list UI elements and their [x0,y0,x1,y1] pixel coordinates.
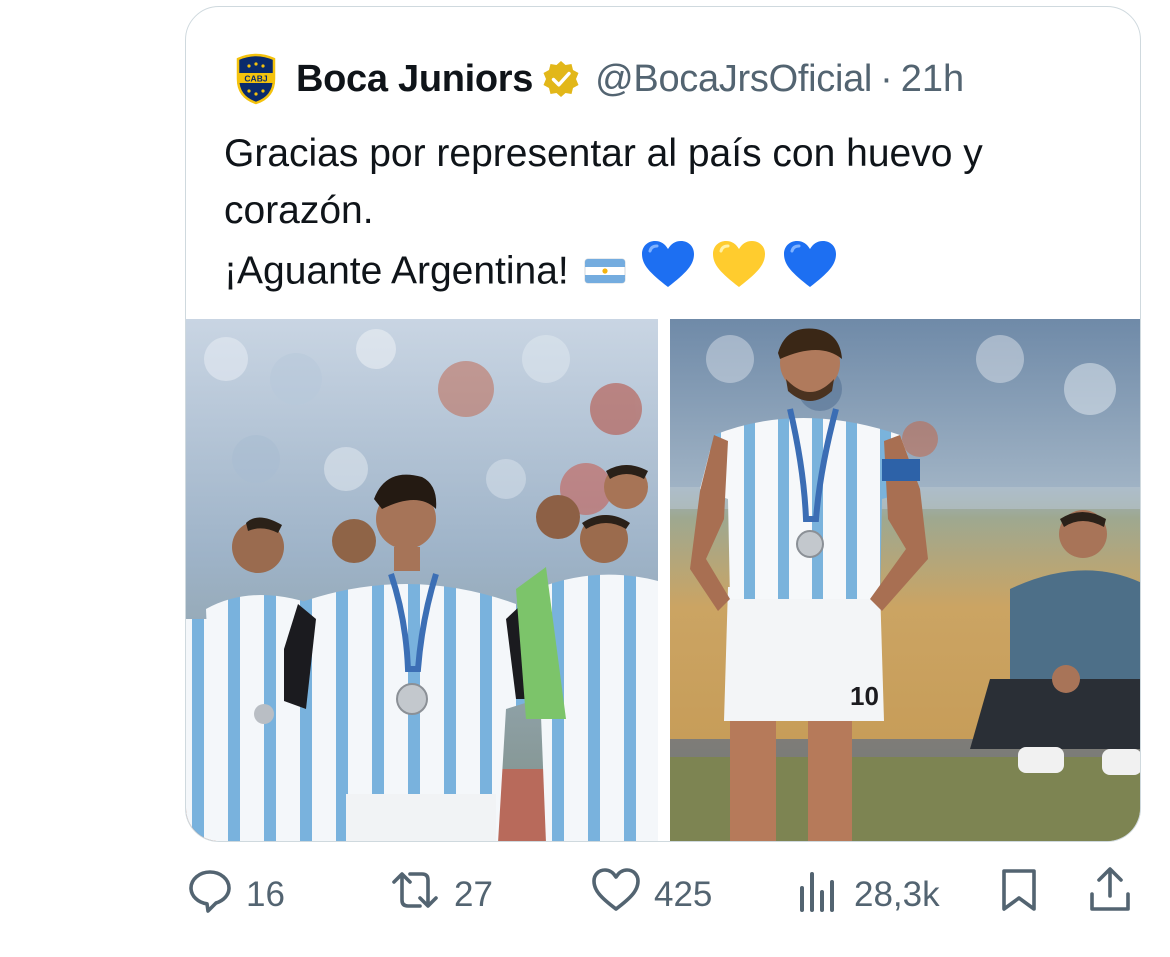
blue-heart-icon [640,239,696,307]
yellow-heart-icon [711,239,767,307]
views-count: 28,3k [854,874,940,914]
reply-count: 16 [246,874,285,914]
avatar-text: CABJ [244,74,267,84]
reply-icon [186,866,234,923]
tweet-text-line-2-text: ¡Aguante Argentina! [224,249,569,293]
blue-heart-icon [782,239,838,307]
bookmark-button[interactable] [996,866,1042,923]
retweet-count: 27 [454,874,493,914]
bookmark-icon [996,866,1042,923]
verified-badge-icon[interactable] [541,59,581,99]
share-icon [1086,866,1134,923]
author-handle[interactable]: @BocaJrsOficial [595,58,872,101]
like-button[interactable]: 425 [590,866,712,923]
tweet-media[interactable]: 10 [186,319,1140,841]
views-button[interactable]: 28,3k [794,866,940,923]
separator-dot: · [880,57,893,100]
flag-argentina-icon [584,245,626,302]
timestamp[interactable]: 21h [901,58,964,101]
tweet-actions-bar: 16 27 425 28,3k [0,866,1170,926]
photo-captain-hands-on-hips[interactable]: 10 [670,319,1140,841]
tweet-header: CABJ Boca Juniors @BocaJrsOficial · 21h [230,51,964,107]
tweet-text-line-1: Gracias por representar al país con huev… [224,132,983,232]
retweet-button[interactable]: 27 [388,866,493,923]
avatar[interactable]: CABJ [230,53,282,105]
like-count: 425 [654,874,713,914]
tweet-text: Gracias por representar al país con huev… [224,125,1124,307]
author-name[interactable]: Boca Juniors [296,58,533,101]
reply-button[interactable]: 16 [186,866,285,923]
tweet-text-line-2: ¡Aguante Argentina! [224,239,1124,307]
quoted-tweet-card[interactable]: CABJ Boca Juniors @BocaJrsOficial · 21h … [185,6,1141,842]
jersey-number: 10 [850,681,879,711]
like-icon [590,866,642,923]
views-icon [794,866,842,923]
share-button[interactable] [1086,866,1134,923]
retweet-icon [388,866,442,923]
photo-players-with-medals[interactable] [186,319,658,841]
